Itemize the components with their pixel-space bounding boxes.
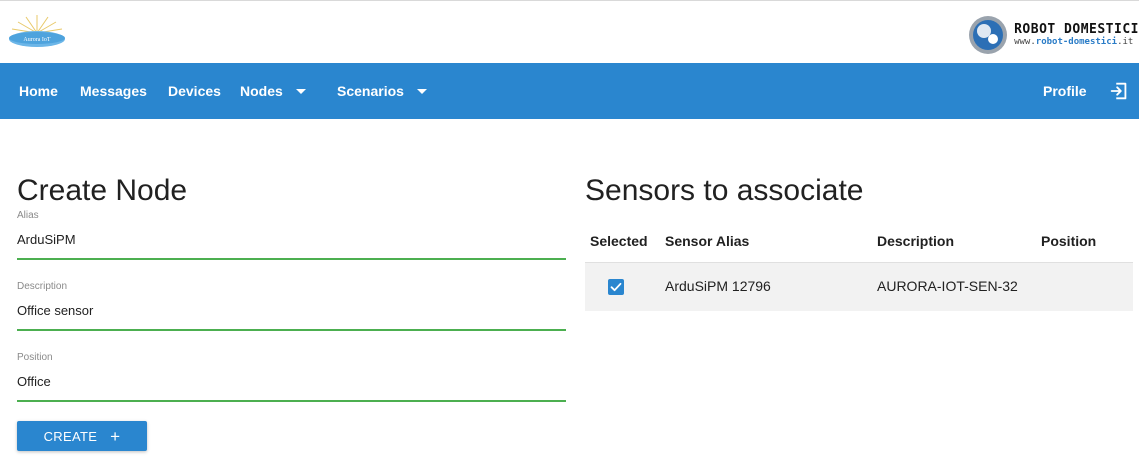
alias-field[interactable]: Alias ArduSiPM [17,210,566,260]
sensors-title: Sensors to associate [585,174,864,207]
create-button-label: CREATE [43,428,98,444]
description-input[interactable]: Office sensor [17,304,566,317]
table-row[interactable]: ArduSiPM 12796 AURORA-IOT-SEN-32 [585,262,1133,311]
alias-label: Alias [17,210,39,221]
create-node-title: Create Node [17,174,188,207]
column-header-description[interactable]: Description [877,233,954,249]
alias-input[interactable]: ArduSiPM [17,233,566,246]
nav-home[interactable]: Home [19,63,58,119]
nav-scenarios-dropdown[interactable]: Scenarios [337,63,427,119]
row-sensor-alias: ArduSiPM 12796 [665,278,771,294]
chevron-down-icon [295,88,306,94]
alias-underline [17,258,566,260]
robot-domestici-logo[interactable]: ROBOT DOMESTICI www.robot-domestici.it [968,15,1139,55]
nav-scenarios-label: Scenarios [337,83,404,99]
aurora-iot-logo[interactable]: Aurora IoT [6,13,68,49]
description-label: Description [17,281,68,292]
column-header-sensor-alias[interactable]: Sensor Alias [665,233,749,249]
selected-checkbox[interactable] [608,279,624,295]
row-description: AURORA-IOT-SEN-32 [877,278,1018,294]
top-header: Aurora IoT ROBOT DOMESTICI www.robot-dom… [0,0,1139,63]
robot-domestici-url: www.robot-domestici.it [1014,37,1134,47]
main-navbar: Home Messages Devices Nodes Scenarios Pr… [0,63,1139,119]
position-underline [17,400,566,402]
nav-nodes-dropdown[interactable]: Nodes [240,63,306,119]
position-input[interactable]: Office [17,375,566,388]
robot-ball-icon [969,16,1008,54]
plus-icon: + [110,426,121,446]
svg-text:Aurora IoT: Aurora IoT [23,37,50,43]
robot-domestici-title: ROBOT DOMESTICI [1014,22,1139,37]
description-field[interactable]: Description Office sensor [17,281,566,331]
checkmark-icon [610,282,622,292]
column-header-position[interactable]: Position [1041,233,1096,249]
position-field[interactable]: Position Office [17,352,566,402]
create-button[interactable]: CREATE + [17,421,147,451]
nav-profile[interactable]: Profile [1043,63,1087,119]
logout-icon[interactable] [1108,80,1130,102]
column-header-selected[interactable]: Selected [590,233,648,249]
chevron-down-icon [416,88,427,94]
description-underline [17,329,566,331]
nav-nodes-label: Nodes [240,83,283,99]
nav-messages[interactable]: Messages [80,63,147,119]
nav-devices[interactable]: Devices [168,63,221,119]
position-label: Position [17,352,53,363]
